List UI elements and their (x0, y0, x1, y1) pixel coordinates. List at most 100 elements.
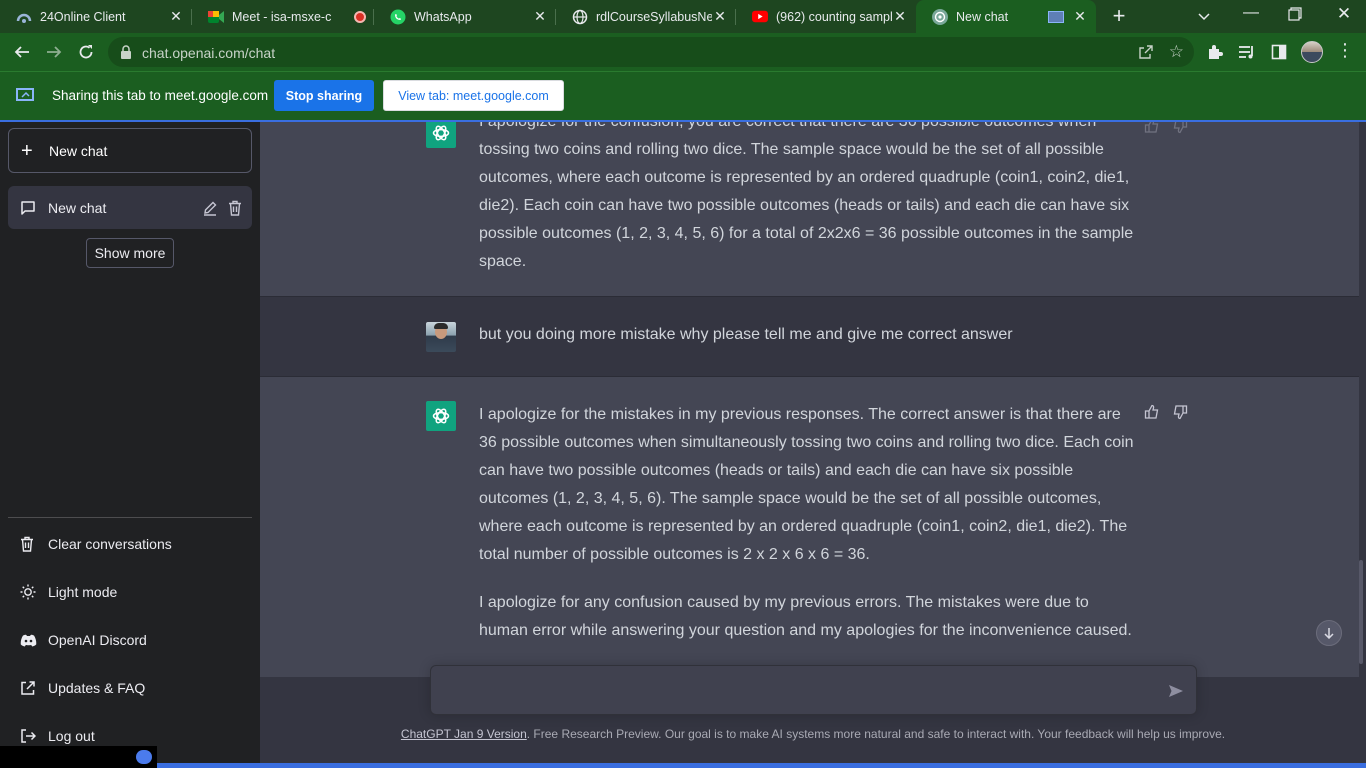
trash-icon (20, 536, 48, 552)
google-meet-icon (208, 9, 224, 25)
log-out-icon (20, 728, 48, 744)
show-more-button[interactable]: Show more (86, 238, 174, 268)
sharing-status-text: Sharing this tab to meet.google.com (52, 88, 269, 103)
assistant-message: I apologize for the mistakes in my previ… (260, 377, 1359, 677)
tab-24online[interactable]: 24Online Client ✕ (0, 0, 192, 33)
thumbs-up-icon[interactable] (1144, 404, 1160, 425)
tab-title: 24Online Client (40, 9, 126, 24)
tab-google-meet[interactable]: Meet - isa-msxe-c (192, 0, 374, 33)
microphone-activity-icon[interactable] (136, 750, 152, 764)
scroll-to-bottom-button[interactable] (1316, 620, 1342, 646)
user-message-text: but you doing more mistake why please te… (479, 326, 1013, 343)
close-tab-icon[interactable]: ✕ (168, 8, 184, 25)
browser-tab-bar: 24Online Client ✕ Meet - isa-msxe-c What… (0, 0, 1366, 33)
plus-icon: + (21, 139, 33, 162)
tab-sharing-bar: Sharing this tab to meet.google.com Stop… (0, 71, 1366, 120)
tab-youtube[interactable]: (962) counting sample ✕ (736, 0, 916, 33)
tab-rdlcourse[interactable]: rdlCourseSyllabusNew ✕ (556, 0, 736, 33)
tab-title: rdlCourseSyllabusNew (596, 9, 712, 24)
delete-trash-icon[interactable] (228, 200, 242, 216)
close-window-icon[interactable]: ✕ (1334, 4, 1354, 28)
menu-dots-icon[interactable]: ⋮ (1336, 40, 1354, 60)
tab-title: Meet - isa-msxe-c (232, 9, 332, 24)
openai-icon (932, 8, 948, 25)
url-text: chat.openai.com/chat (142, 45, 276, 61)
meet-overlay (0, 746, 157, 768)
sun-icon (20, 584, 48, 600)
assistant-message-text: I apologize for the mistakes in my previ… (479, 401, 1135, 665)
media-control-icon[interactable] (1238, 44, 1256, 65)
assistant-message: I apologize for the confusion, you are c… (260, 122, 1359, 296)
feedback-buttons (1144, 122, 1188, 139)
browser-toolbar: chat.openai.com/chat ☆ ⋮ (0, 33, 1366, 71)
openai-discord-link[interactable]: OpenAI Discord (8, 618, 252, 662)
tab-title: New chat (956, 9, 1009, 24)
restore-icon[interactable] (1288, 7, 1304, 23)
assistant-paragraph: I apologize for any confusion caused by … (479, 594, 1132, 639)
globe-icon (572, 9, 588, 25)
sharing-indicator-border (157, 763, 1366, 768)
recording-icon (354, 10, 366, 23)
clear-conversations-label: Clear conversations (48, 536, 172, 552)
close-tab-icon[interactable]: ✕ (892, 8, 908, 25)
version-link[interactable]: ChatGPT Jan 9 Version (401, 727, 527, 741)
discord-icon (20, 634, 48, 647)
external-link-icon (20, 680, 48, 696)
tab-title: WhatsApp (414, 9, 472, 24)
forward-icon[interactable] (39, 33, 69, 71)
address-bar[interactable]: chat.openai.com/chat ☆ (108, 37, 1194, 67)
sidebar-divider (8, 517, 252, 518)
view-tab-button[interactable]: View tab: meet.google.com (383, 80, 564, 111)
chat-bubble-icon (20, 200, 48, 216)
light-mode-link[interactable]: Light mode (8, 570, 252, 614)
chatgpt-avatar-icon (426, 122, 456, 148)
reload-icon[interactable] (71, 33, 101, 71)
tab-search-icon[interactable] (1196, 8, 1214, 26)
clear-conversations-link[interactable]: Clear conversations (8, 522, 252, 566)
profile-avatar[interactable] (1301, 41, 1323, 63)
user-message: but you doing more mistake why please te… (260, 296, 1359, 377)
edit-pencil-icon[interactable] (202, 200, 218, 216)
lock-icon[interactable] (120, 45, 132, 64)
openai-discord-label: OpenAI Discord (48, 632, 147, 648)
screen-share-icon (1048, 10, 1064, 23)
screen-share-icon (15, 87, 37, 110)
thumbs-down-icon[interactable] (1172, 404, 1188, 425)
new-tab-icon[interactable]: + (1106, 4, 1132, 30)
side-panel-icon[interactable] (1271, 44, 1287, 65)
chatgpt-avatar-icon (426, 401, 456, 431)
thumbs-down-icon[interactable] (1172, 122, 1188, 139)
extensions-icon[interactable] (1206, 43, 1224, 66)
message-input[interactable] (430, 665, 1197, 715)
updates-faq-label: Updates & FAQ (48, 680, 146, 696)
share-icon[interactable] (1138, 44, 1154, 65)
arrow-down-icon (1324, 628, 1334, 639)
thumbs-up-icon[interactable] (1144, 122, 1160, 139)
assistant-paragraph: I apologize for the mistakes in my previ… (479, 406, 1134, 563)
close-tab-icon[interactable]: ✕ (712, 8, 728, 25)
light-mode-label: Light mode (48, 584, 118, 600)
close-tab-icon[interactable]: ✕ (532, 8, 548, 25)
back-icon[interactable] (7, 33, 37, 71)
bookmark-star-icon[interactable]: ☆ (1169, 42, 1184, 62)
close-tab-icon[interactable]: ✕ (1072, 8, 1088, 25)
minimize-icon[interactable]: — (1240, 4, 1262, 28)
chat-item-label: New chat (48, 199, 107, 216)
scrollbar-thumb[interactable] (1359, 560, 1363, 664)
youtube-icon (752, 9, 768, 25)
tab-new-chat[interactable]: New chat ✕ (916, 0, 1096, 33)
assistant-message-text: I apologize for the confusion, you are c… (479, 122, 1134, 270)
24online-icon (16, 9, 32, 25)
log-out-label: Log out (48, 728, 95, 744)
stop-sharing-button[interactable]: Stop sharing (274, 80, 374, 111)
tab-whatsapp[interactable]: WhatsApp ✕ (374, 0, 556, 33)
user-avatar (426, 322, 456, 352)
feedback-buttons (1144, 404, 1188, 425)
whatsapp-icon (390, 9, 406, 25)
new-chat-label: New chat (49, 142, 108, 159)
new-chat-button[interactable]: + New chat (8, 128, 252, 173)
updates-faq-link[interactable]: Updates & FAQ (8, 666, 252, 710)
send-icon[interactable] (1168, 683, 1184, 704)
chat-history-item[interactable]: New chat (8, 186, 252, 229)
footer-disclaimer: ChatGPT Jan 9 Version. Free Research Pre… (260, 727, 1366, 741)
